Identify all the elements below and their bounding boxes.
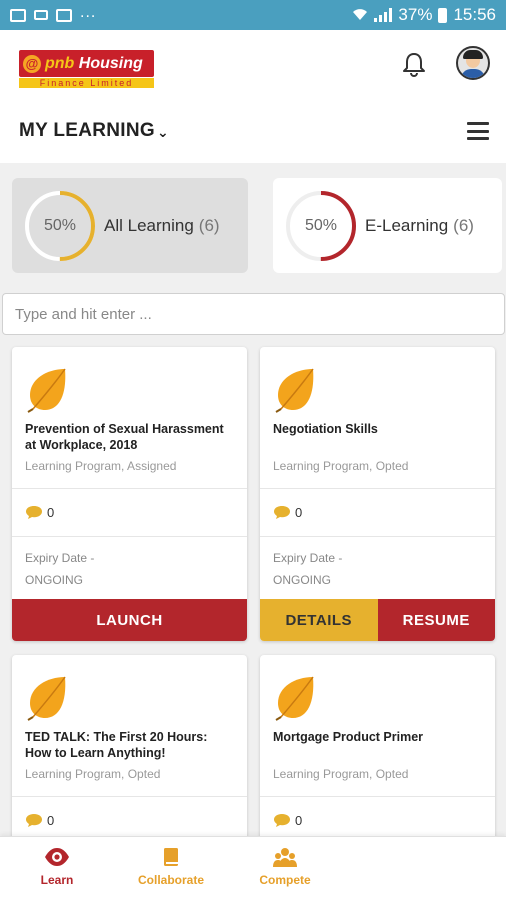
comment-icon [26, 506, 42, 519]
all-learning-progress-ring: 50% [22, 188, 98, 264]
logo-brand-pnb: pnb [45, 54, 75, 72]
battery-icon [438, 7, 448, 23]
nav-learn-label: Learn [40, 873, 74, 887]
gallery-notification-icon [56, 8, 72, 22]
course-card[interactable]: TED TALK: The First 20 Hours: How to Lea… [12, 655, 247, 855]
signal-icon [374, 8, 393, 22]
all-learning-count: (6) [198, 215, 220, 235]
course-type: Learning Program, Opted [25, 767, 161, 781]
nav-compete[interactable]: Compete [240, 847, 330, 887]
elearning-label: E-Learning [365, 215, 449, 235]
nav-collaborate-label: Collaborate [137, 873, 204, 887]
voicemail-icon [34, 10, 48, 20]
elearning-summary[interactable]: 50% E-Learning (6) [273, 178, 502, 273]
expiry-label: Expiry Date - [25, 551, 95, 565]
course-title: Negotiation Skills [273, 422, 378, 436]
comments-count[interactable]: 0 [273, 505, 302, 520]
comments-count[interactable]: 0 [25, 505, 54, 520]
leaf-icon [27, 676, 66, 721]
eye-icon [45, 848, 69, 866]
comment-icon [26, 814, 42, 827]
comment-icon [274, 506, 290, 519]
comment-icon [274, 814, 290, 827]
logo-subtitle: Finance Limited [19, 78, 154, 88]
notifications-bell-icon[interactable] [400, 50, 428, 78]
expiry-value: ONGOING [273, 573, 332, 587]
chevron-down-icon: ⌄ [156, 123, 169, 140]
all-learning-summary[interactable]: 50% All Learning (6) [12, 178, 248, 273]
image-notification-icon [10, 8, 26, 22]
bottom-navigation: Learn Collaborate Compete [0, 836, 506, 900]
expiry-value: ONGOING [25, 573, 84, 587]
pnb-housing-logo: @ pnb Housing Finance Limited [19, 50, 154, 90]
app-header: @ pnb Housing Finance Limited MY LEARNIN… [0, 30, 506, 163]
logo-mark: @ [23, 54, 41, 73]
comments-value: 0 [295, 813, 303, 828]
system-indicators: 37% 15:56 [352, 5, 496, 25]
comments-value: 0 [47, 505, 55, 520]
learning-filter-dropdown[interactable]: MY LEARNING ⌄ [19, 120, 169, 142]
elearning-percent: 50% [304, 216, 338, 234]
comments-count[interactable]: 0 [273, 813, 302, 828]
course-type: Learning Program, Assigned [25, 459, 177, 473]
search-input[interactable] [2, 293, 505, 335]
course-type: Learning Program, Opted [273, 459, 409, 473]
leaf-icon [275, 368, 314, 413]
expiry-label: Expiry Date - [273, 551, 343, 565]
resume-button[interactable]: RESUME [377, 599, 495, 641]
user-avatar[interactable] [456, 46, 490, 80]
details-button[interactable]: DETAILS [260, 599, 378, 641]
clock: 15:56 [453, 5, 496, 24]
course-title: Prevention of Sexual Harassment at Workp… [25, 422, 224, 452]
launch-button[interactable]: LAUNCH [12, 599, 247, 641]
book-icon [164, 848, 178, 866]
comments-value: 0 [47, 813, 55, 828]
nav-compete-label: Compete [259, 873, 311, 887]
people-icon [273, 848, 297, 867]
elearning-count: (6) [453, 215, 474, 235]
status-bar: ... 37% 15:56 [0, 0, 506, 30]
course-card[interactable]: Mortgage Product Primer Learning Program… [260, 655, 495, 855]
course-title: TED TALK: The First 20 Hours: How to Lea… [25, 730, 208, 760]
all-learning-label: All Learning [104, 215, 194, 235]
course-title: Mortgage Product Primer [273, 730, 424, 744]
battery-percent: 37% [398, 5, 433, 24]
more-notifications: ... [80, 4, 97, 21]
logo-brand-housing: Housing [78, 54, 143, 72]
notification-icons: ... [10, 4, 96, 22]
course-type: Learning Program, Opted [273, 767, 409, 781]
all-learning-percent: 50% [43, 216, 77, 234]
nav-learn[interactable]: Learn [12, 847, 102, 887]
nav-collaborate[interactable]: Collaborate [126, 847, 216, 887]
menu-icon[interactable] [467, 122, 489, 140]
page-title: MY LEARNING [19, 120, 155, 141]
comments-count[interactable]: 0 [25, 813, 54, 828]
comments-value: 0 [295, 505, 303, 520]
leaf-icon [275, 676, 314, 721]
course-card[interactable]: Negotiation Skills Learning Program, Opt… [260, 347, 495, 641]
course-card[interactable]: Prevention of Sexual Harassment at Workp… [12, 347, 247, 641]
leaf-icon [27, 368, 66, 413]
wifi-icon [352, 7, 368, 24]
elearning-progress-ring: 50% [283, 188, 359, 264]
